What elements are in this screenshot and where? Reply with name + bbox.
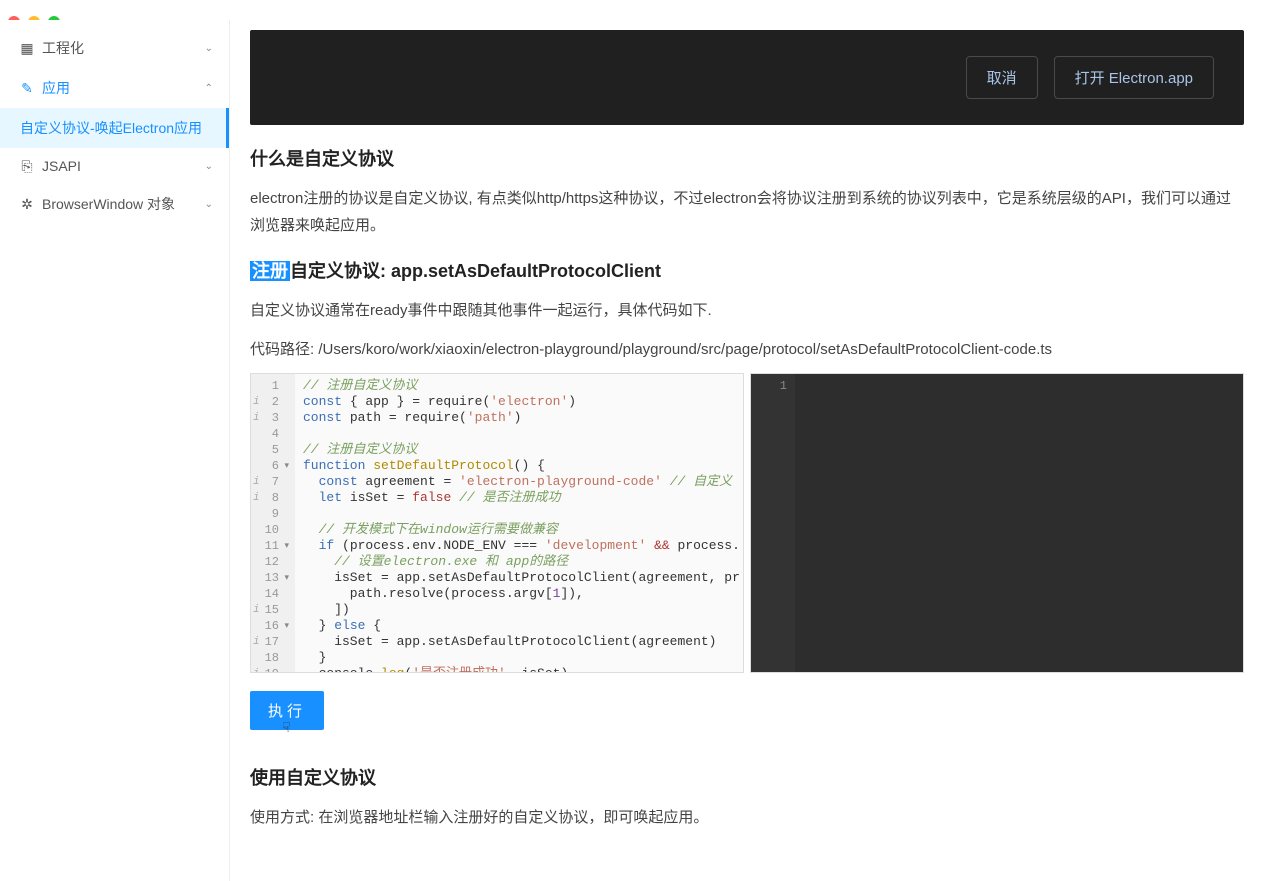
chevron-down-icon: ⌄: [205, 199, 213, 210]
sidebar-item-browserwindow[interactable]: ✲ BrowserWindow 对象 ⌄: [0, 184, 229, 224]
section-register-title: 注册自定义协议: app.setAsDefaultProtocolClient: [250, 257, 1244, 283]
section-register-body: 自定义协议通常在ready事件中跟随其他事件一起运行，具体代码如下.: [250, 297, 1244, 324]
app-window: ▦ 工程化 ⌄ ✎ 应用 ⌃ 自定义协议-唤起Electron应用 ⎘ JSAP…: [0, 0, 1264, 734]
sidebar-item-label: 应用: [42, 78, 70, 98]
editor-row: 1i2i3456▾i7i891011▾1213▾14i1516▾i1718i19…: [250, 373, 1244, 673]
sidebar-item-label: JSAPI: [42, 158, 81, 174]
edit-icon: ✎: [20, 81, 34, 95]
hero-bar: 取消 打开 Electron.app: [250, 30, 1244, 125]
sidebar-item-label: 自定义协议-唤起Electron应用: [20, 118, 202, 138]
sidebar-item-custom-protocol[interactable]: 自定义协议-唤起Electron应用: [0, 108, 229, 148]
sidebar-item-jsapi[interactable]: ⎘ JSAPI ⌄: [0, 148, 229, 184]
sidebar-item-label: 工程化: [42, 38, 84, 58]
output-gutter: 1: [751, 374, 795, 672]
open-electron-button[interactable]: 打开 Electron.app: [1054, 56, 1214, 99]
code-path: 代码路径: /Users/koro/work/xiaoxin/electron-…: [250, 338, 1244, 359]
main-content[interactable]: 取消 打开 Electron.app 什么是自定义协议 electron注册的协…: [230, 20, 1264, 881]
sidebar-item-label: BrowserWindow 对象: [42, 194, 175, 214]
grid-icon: ▦: [20, 41, 34, 55]
code-icon: ⎘: [20, 159, 34, 173]
section-what-title: 什么是自定义协议: [250, 145, 1244, 171]
chevron-up-icon: ⌃: [205, 83, 213, 94]
section-use-title: 使用自定义协议: [250, 764, 1244, 790]
highlight-text: 注册: [250, 261, 290, 281]
section-use-body: 使用方式: 在浏览器地址栏输入注册好的自定义协议，即可唤起应用。: [250, 804, 1244, 831]
code-editor[interactable]: 1i2i3456▾i7i891011▾1213▾14i1516▾i1718i19…: [250, 373, 744, 673]
run-button[interactable]: 执行: [250, 691, 324, 730]
sidebar-item-engineering[interactable]: ▦ 工程化 ⌄: [0, 28, 229, 68]
gear-icon: ✲: [20, 197, 34, 211]
editor-code[interactable]: // 注册自定义协议const { app } = require('elect…: [295, 374, 743, 672]
cancel-button[interactable]: 取消: [966, 56, 1038, 99]
section-register-rest: 自定义协议: app.setAsDefaultProtocolClient: [290, 261, 661, 281]
sidebar-item-app[interactable]: ✎ 应用 ⌃: [0, 68, 229, 108]
output-panel: 1: [750, 373, 1244, 673]
chevron-down-icon: ⌄: [205, 161, 213, 172]
chevron-down-icon: ⌄: [205, 43, 213, 54]
body-area: ▦ 工程化 ⌄ ✎ 应用 ⌃ 自定义协议-唤起Electron应用 ⎘ JSAP…: [0, 20, 1264, 881]
section-what-body: electron注册的协议是自定义协议, 有点类似http/https这种协议，…: [250, 185, 1244, 239]
editor-gutter: 1i2i3456▾i7i891011▾1213▾14i1516▾i1718i19: [251, 374, 295, 672]
output-body[interactable]: [795, 374, 1243, 672]
sidebar: ▦ 工程化 ⌄ ✎ 应用 ⌃ 自定义协议-唤起Electron应用 ⎘ JSAP…: [0, 20, 230, 881]
